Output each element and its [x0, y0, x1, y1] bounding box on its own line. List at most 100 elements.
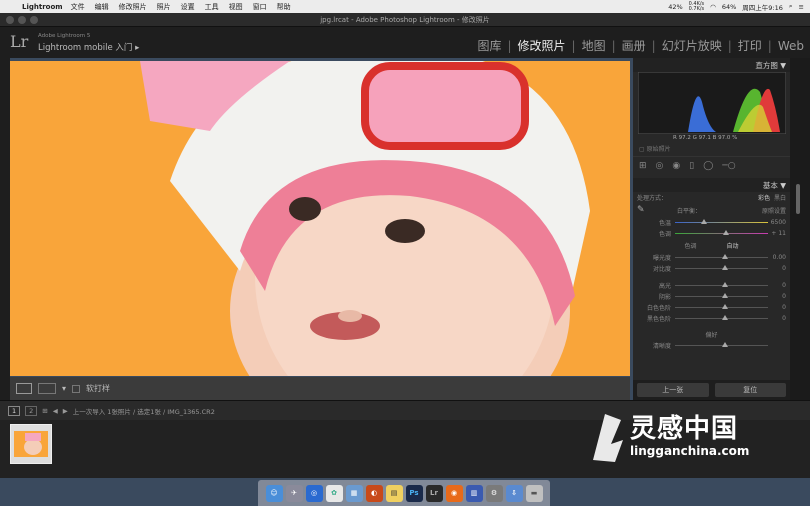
launchpad-icon[interactable]: ✈: [285, 484, 303, 502]
qq-icon[interactable]: ◐: [365, 484, 383, 502]
menu-window[interactable]: 窗口: [253, 2, 267, 12]
mobile-link[interactable]: Lightroom mobile 入门 ▸: [38, 41, 139, 53]
auto-button[interactable]: 自动: [727, 241, 739, 250]
eyedropper-icon[interactable]: ✎: [637, 205, 651, 215]
temp-slider[interactable]: 色温 6500: [633, 217, 790, 228]
search-icon[interactable]: ⌕: [789, 2, 793, 11]
presence-label: 偏好: [705, 332, 718, 339]
watermark-url: lingganchina.com: [630, 444, 750, 458]
tint-slider[interactable]: 色调 + 11: [633, 228, 790, 239]
menu-tools[interactable]: 工具: [205, 2, 219, 12]
shadows-slider[interactable]: 阴影 0: [633, 291, 790, 302]
histogram-header[interactable]: 直方图 ▼: [633, 58, 790, 72]
clarity-slider[interactable]: 清晰度: [633, 340, 790, 351]
menu-help[interactable]: 帮助: [277, 2, 291, 12]
grid-icon[interactable]: ⊞: [42, 407, 47, 415]
softproof-checkbox[interactable]: [72, 384, 81, 393]
notes-icon[interactable]: ▤: [385, 484, 403, 502]
lightroom-icon[interactable]: Lr: [425, 484, 443, 502]
previous-button[interactable]: 上一张: [637, 383, 709, 397]
original-photo-toggle[interactable]: ▢ 原始照片: [633, 141, 790, 156]
menu-settings[interactable]: 设置: [181, 2, 195, 12]
menu-edit[interactable]: 编辑: [95, 2, 109, 12]
window-titlebar: jpg.lrcat - Adobe Photoshop Lightroom - …: [0, 13, 810, 27]
forward-arrow-icon[interactable]: ▶: [63, 407, 68, 415]
chevron-down-icon[interactable]: ▾: [62, 384, 66, 393]
downloads-icon[interactable]: ⇩: [505, 484, 523, 502]
thumbnail-image: [14, 431, 48, 457]
battery-percent[interactable]: 42%: [668, 3, 682, 11]
main-photo[interactable]: [10, 61, 630, 376]
left-panel-collapsed[interactable]: [0, 58, 10, 400]
module-book[interactable]: 画册: [622, 37, 646, 54]
menu-view[interactable]: 视图: [229, 2, 243, 12]
wb-row: ✎ 白平衡： 原照设置: [633, 203, 790, 217]
module-web[interactable]: Web: [778, 39, 804, 53]
minimize-button[interactable]: [18, 16, 26, 24]
radial-filter-icon[interactable]: ◯: [703, 161, 713, 171]
monitor-1-button[interactable]: 1: [8, 405, 21, 416]
list-icon[interactable]: ≡: [799, 3, 804, 11]
treatment-label: 处理方式：: [637, 195, 668, 202]
network-speed: 0.4K/s 0.7K/s: [688, 0, 705, 12]
module-print[interactable]: 打印: [738, 37, 762, 54]
module-library[interactable]: 图库: [477, 37, 501, 54]
exposure-slider[interactable]: 曝光度 0.00: [633, 252, 790, 263]
baby-photo: [10, 61, 630, 376]
settings-icon[interactable]: ⚙: [485, 484, 503, 502]
wifi-icon[interactable]: ◠: [710, 3, 716, 11]
loupe-view-button[interactable]: [16, 383, 32, 394]
histogram-graph[interactable]: [638, 72, 786, 134]
photos-icon[interactable]: ✿: [325, 484, 343, 502]
spot-removal-icon[interactable]: ◎: [656, 161, 664, 171]
crop-icon[interactable]: ⊞: [639, 161, 647, 171]
safari-icon[interactable]: ◎: [305, 484, 323, 502]
app-menu[interactable]: Lightroom: [22, 3, 63, 11]
filmstrip-thumbnail[interactable]: [10, 424, 52, 464]
basic-header[interactable]: 基本 ▼: [633, 178, 790, 192]
identity-plate: Lr Adobe Lightroom 5 Lightroom mobile 入门…: [0, 27, 810, 58]
wb-label: 白平衡：: [676, 207, 701, 215]
clock[interactable]: 周四上午9:16: [742, 2, 783, 12]
tool-strip: ⊞ ◎ ◉ ▯ ◯ ─○: [633, 156, 790, 174]
back-arrow-icon[interactable]: ◀: [53, 407, 58, 415]
bw-option[interactable]: 黑白: [774, 195, 786, 202]
zoom-button[interactable]: [30, 16, 38, 24]
finder-icon[interactable]: ☺: [265, 484, 283, 502]
treatment-row: 处理方式： 彩色 黑白: [633, 192, 790, 203]
firefox-icon[interactable]: ◉: [445, 484, 463, 502]
histogram-readout: R 97.2 G 97.1 B 97.0 %: [673, 135, 738, 141]
watermark-logo-icon: [593, 414, 623, 462]
tone-row: 色调 自动: [633, 239, 790, 252]
menu-photo[interactable]: 照片: [157, 2, 171, 12]
window-title: jpg.lrcat - Adobe Photoshop Lightroom - …: [320, 16, 490, 24]
monitor-2-button[interactable]: 2: [25, 405, 38, 416]
panel-scrollbar[interactable]: [790, 58, 810, 400]
highlights-slider[interactable]: 高光 0: [633, 280, 790, 291]
battery-percent-2[interactable]: 64%: [722, 3, 736, 11]
reset-button[interactable]: 复位: [714, 383, 786, 397]
ibooks-icon[interactable]: ▥: [465, 484, 483, 502]
graduated-filter-icon[interactable]: ▯: [689, 161, 694, 171]
menu-file[interactable]: 文件: [71, 2, 85, 12]
menu-develop[interactable]: 修改照片: [119, 2, 147, 12]
blacks-slider[interactable]: 黑色色阶 0: [633, 313, 790, 324]
close-button[interactable]: [6, 16, 14, 24]
trash-icon[interactable]: ▬: [525, 484, 543, 502]
watermark-text: 灵感中国: [630, 414, 739, 444]
color-option[interactable]: 彩色: [758, 195, 770, 202]
brush-icon[interactable]: ─○: [722, 161, 735, 171]
module-map[interactable]: 地图: [582, 37, 606, 54]
contrast-slider[interactable]: 对比度 0: [633, 263, 790, 274]
whites-slider[interactable]: 白色色阶 0: [633, 302, 790, 313]
wb-select[interactable]: 原照设置: [762, 206, 786, 215]
module-slideshow[interactable]: 幻灯片放映: [662, 37, 722, 54]
redeye-icon[interactable]: ◉: [672, 161, 680, 171]
scrollbar-thumb[interactable]: [796, 184, 800, 214]
compare-view-button[interactable]: [38, 383, 56, 394]
photoshop-icon[interactable]: Ps: [405, 484, 423, 502]
module-develop[interactable]: 修改照片: [518, 37, 566, 54]
filmstrip-info[interactable]: 上一次导入 1张照片 / 选定1张 / IMG_1365.CR2: [73, 406, 215, 416]
gallery-icon[interactable]: ▦: [345, 484, 363, 502]
develop-toolbar: ▾ 软打样: [10, 377, 630, 400]
